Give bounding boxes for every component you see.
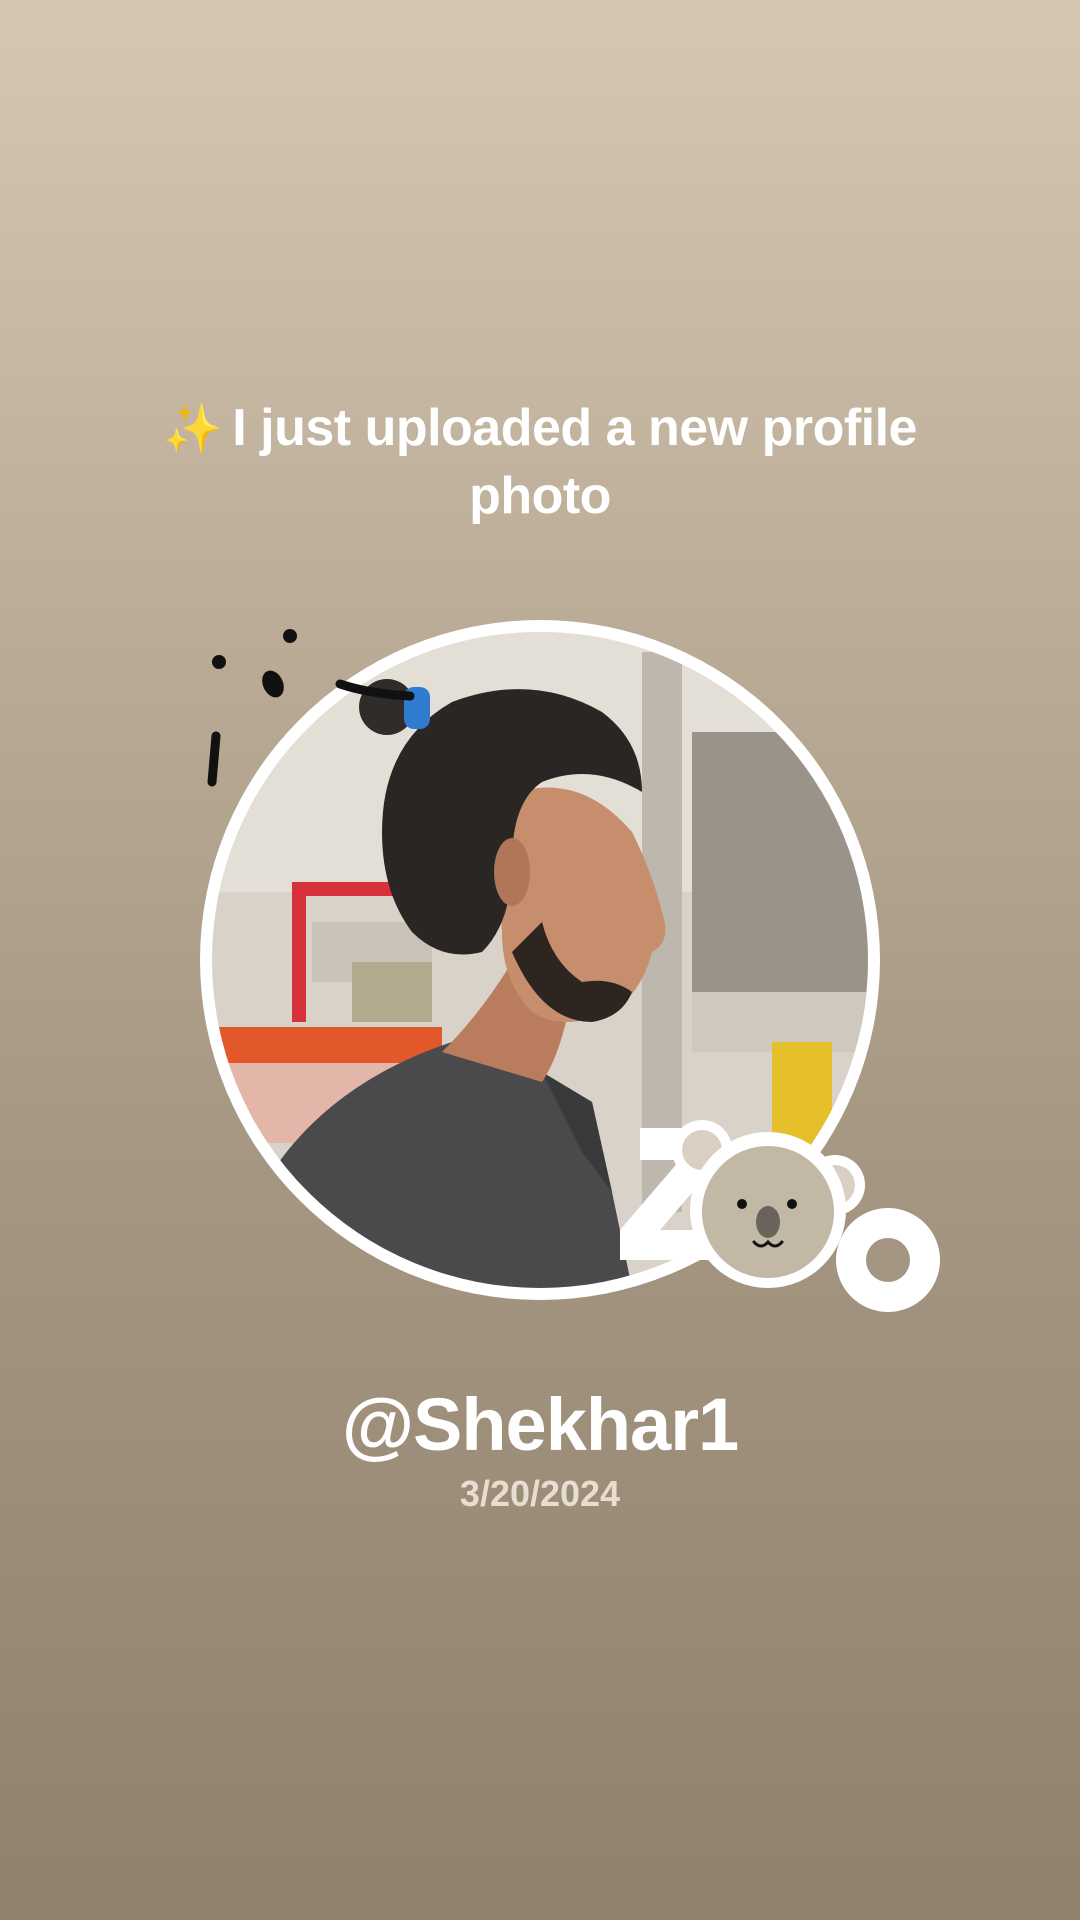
post-date: 3/20/2024	[459, 1473, 621, 1514]
story-headline: ✨ I just uploaded a new profile photo	[140, 395, 940, 529]
username[interactable]: @Shekhar1	[0, 1380, 1080, 1470]
sweat-drops-doodle-icon	[207, 629, 415, 787]
sparkles-icon: ✨	[163, 403, 223, 456]
headline-text: I just uploaded a new profile photo	[232, 399, 917, 525]
zoo-koala-sticker-icon	[620, 1120, 940, 1312]
